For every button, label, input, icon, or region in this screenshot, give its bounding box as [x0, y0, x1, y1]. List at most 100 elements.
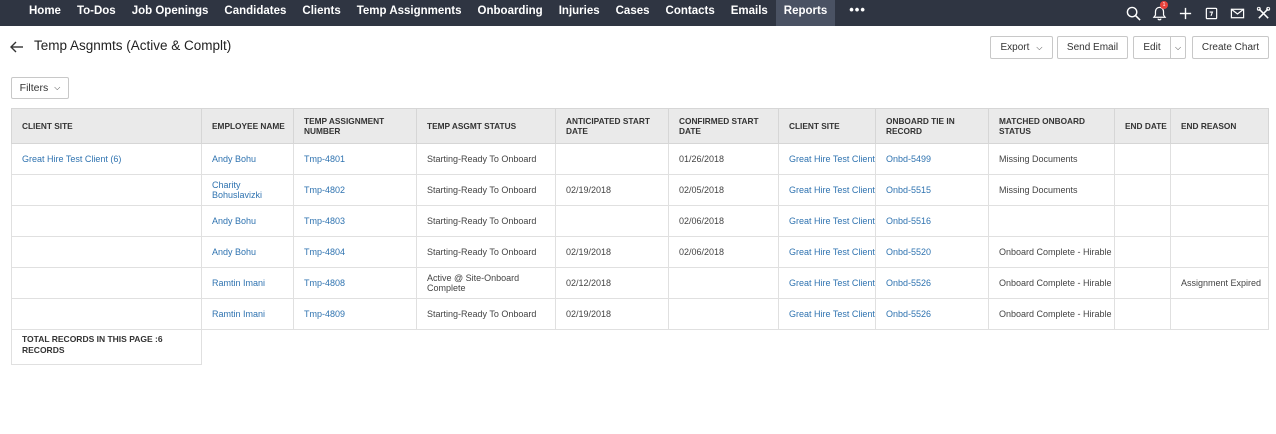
- table-cell: Starting-Ready To Onboard: [416, 205, 556, 237]
- table-cell[interactable]: Tmp-4802: [293, 174, 417, 206]
- table-cell[interactable]: Great Hire Test Client: [778, 267, 876, 299]
- filters-button[interactable]: Filters ⌵: [11, 77, 69, 99]
- search-icon[interactable]: [1120, 0, 1146, 26]
- table-cell[interactable]: Onbd-5526: [875, 267, 989, 299]
- table-cell[interactable]: Ramtin Imani: [201, 267, 294, 299]
- column-header[interactable]: CLIENT SITE: [11, 108, 202, 144]
- table-cell: [1170, 143, 1269, 175]
- table-cell: Missing Documents: [988, 174, 1115, 206]
- table-cell[interactable]: Onbd-5499: [875, 143, 989, 175]
- table-cell: [1114, 143, 1171, 175]
- column-header[interactable]: TEMP ASSIGNMENT NUMBER: [293, 108, 417, 144]
- table-cell: Starting-Ready To Onboard: [416, 174, 556, 206]
- table-cell: [11, 236, 202, 268]
- table-cell[interactable]: Great Hire Test Client: [778, 298, 876, 330]
- table-cell: [11, 205, 202, 237]
- table-cell[interactable]: Tmp-4804: [293, 236, 417, 268]
- edit-label: Edit: [1143, 42, 1161, 53]
- table-row: Ramtin Imani Tmp-4809 Starting-Ready To On…: [11, 298, 1269, 330]
- table-cell[interactable]: Andy Bohu: [201, 236, 294, 268]
- send-email-button[interactable]: Send Email: [1057, 36, 1128, 59]
- nav-item-cases[interactable]: Cases: [608, 0, 658, 26]
- table-row: Andy Bohu Tmp-4803 Starting-Ready To Onboa…: [11, 205, 1269, 237]
- table-header-row: CLIENT SITE EMPLOYEE NAME TEMP ASSIGNMENT …: [11, 108, 1269, 144]
- table-cell: [11, 298, 202, 330]
- nav-item-candidates[interactable]: Candidates: [216, 0, 294, 26]
- table-cell[interactable]: Tmp-4809: [293, 298, 417, 330]
- table-cell: Starting-Ready To Onboard: [416, 298, 556, 330]
- table-cell: Onboard Complete - Hirable: [988, 267, 1115, 299]
- table-cell[interactable]: Great Hire Test Client: [778, 143, 876, 175]
- table-cell[interactable]: Andy Bohu: [201, 143, 294, 175]
- column-header[interactable]: ANTICIPATED START DATE: [555, 108, 669, 144]
- table-cell[interactable]: Onbd-5516: [875, 205, 989, 237]
- nav-icons: 1: [1120, 0, 1276, 26]
- table-cell: [1114, 267, 1171, 299]
- edit-button[interactable]: Edit: [1133, 36, 1171, 59]
- table-cell[interactable]: Tmp-4803: [293, 205, 417, 237]
- mail-icon[interactable]: [1224, 0, 1250, 26]
- table-cell[interactable]: Tmp-4808: [293, 267, 417, 299]
- nav-item-contacts[interactable]: Contacts: [658, 0, 723, 26]
- bell-icon[interactable]: 1: [1146, 0, 1172, 26]
- table-cell: 01/26/2018: [668, 143, 779, 175]
- table-cell[interactable]: Onbd-5515: [875, 174, 989, 206]
- table-cell: [668, 298, 779, 330]
- chevron-down-icon: ⌵: [1174, 42, 1182, 52]
- nav-item-emails[interactable]: Emails: [723, 0, 776, 26]
- table-cell[interactable]: Onbd-5520: [875, 236, 989, 268]
- table-cell: [1114, 236, 1171, 268]
- table-cell[interactable]: Great Hire Test Client: [778, 205, 876, 237]
- column-header[interactable]: CLIENT SITE: [778, 108, 876, 144]
- table-row: Charity Bohuslavizki Tmp-4802 Starting-Rea…: [11, 174, 1269, 206]
- nav-item-reports[interactable]: Reports: [775, 0, 836, 26]
- table-cell[interactable]: Andy Bohu: [201, 205, 294, 237]
- table-cell: Onboard Complete - Hirable: [988, 298, 1115, 330]
- total-row-filler: [201, 329, 1269, 365]
- send-email-label: Send Email: [1066, 42, 1119, 53]
- table-cell[interactable]: Ramtin Imani: [201, 298, 294, 330]
- nav-item-injuries[interactable]: Injuries: [551, 0, 608, 26]
- table-cell: [555, 205, 669, 237]
- nav-item-onboarding[interactable]: Onboarding: [470, 0, 551, 26]
- nav-item-home[interactable]: Home: [0, 0, 69, 26]
- edit-dropdown-button[interactable]: ⌵: [1170, 36, 1186, 59]
- table-cell[interactable]: Onbd-5526: [875, 298, 989, 330]
- nav-item-job-openings[interactable]: Job Openings: [124, 0, 217, 26]
- table-cell: 02/12/2018: [555, 267, 669, 299]
- column-header[interactable]: END REASON: [1170, 108, 1269, 144]
- table-cell[interactable]: Great Hire Test Client: [778, 174, 876, 206]
- export-button-label: Export: [1000, 42, 1030, 53]
- table-cell[interactable]: Great Hire Test Client: [778, 236, 876, 268]
- nav-item-to-dos[interactable]: To-Dos: [69, 0, 124, 26]
- table-row: Andy Bohu Tmp-4804 Starting-Ready To Onboa…: [11, 236, 1269, 268]
- table-cell: 02/19/2018: [555, 236, 669, 268]
- column-header[interactable]: END DATE: [1114, 108, 1171, 144]
- table-cell: Onboard Complete - Hirable: [988, 236, 1115, 268]
- more-menu-button[interactable]: •••: [835, 0, 880, 26]
- export-button[interactable]: Export ⌵: [990, 36, 1053, 59]
- tools-icon[interactable]: [1250, 0, 1276, 26]
- page-title: Temp Asgnmts (Active & Complt): [34, 38, 232, 53]
- table-cell: Starting-Ready To Onboard: [416, 143, 556, 175]
- column-header[interactable]: EMPLOYEE NAME: [201, 108, 294, 144]
- table-cell: [11, 174, 202, 206]
- column-header[interactable]: TEMP ASGMT STATUS: [416, 108, 556, 144]
- chevron-down-icon: ⌵: [1036, 42, 1043, 52]
- table-cell[interactable]: Tmp-4801: [293, 143, 417, 175]
- back-arrow-icon[interactable]: [10, 40, 24, 54]
- table-cell[interactable]: Great Hire Test Client (6): [11, 143, 202, 175]
- nav-item-temp-assignments[interactable]: Temp Assignments: [349, 0, 470, 26]
- table-cell: [1170, 205, 1269, 237]
- table-cell: Active @ Site-Onboard Complete: [416, 267, 556, 299]
- calendar-icon[interactable]: [1198, 0, 1224, 26]
- plus-icon[interactable]: [1172, 0, 1198, 26]
- create-chart-button[interactable]: Create Chart: [1192, 36, 1269, 59]
- table-cell: [555, 143, 669, 175]
- column-header[interactable]: MATCHED ONBOARD STATUS: [988, 108, 1115, 144]
- table-cell: 02/06/2018: [668, 205, 779, 237]
- table-cell[interactable]: Charity Bohuslavizki: [201, 174, 294, 206]
- column-header[interactable]: CONFIRMED START DATE: [668, 108, 779, 144]
- column-header[interactable]: ONBOARD TIE IN RECORD: [875, 108, 989, 144]
- nav-item-clients[interactable]: Clients: [294, 0, 348, 26]
